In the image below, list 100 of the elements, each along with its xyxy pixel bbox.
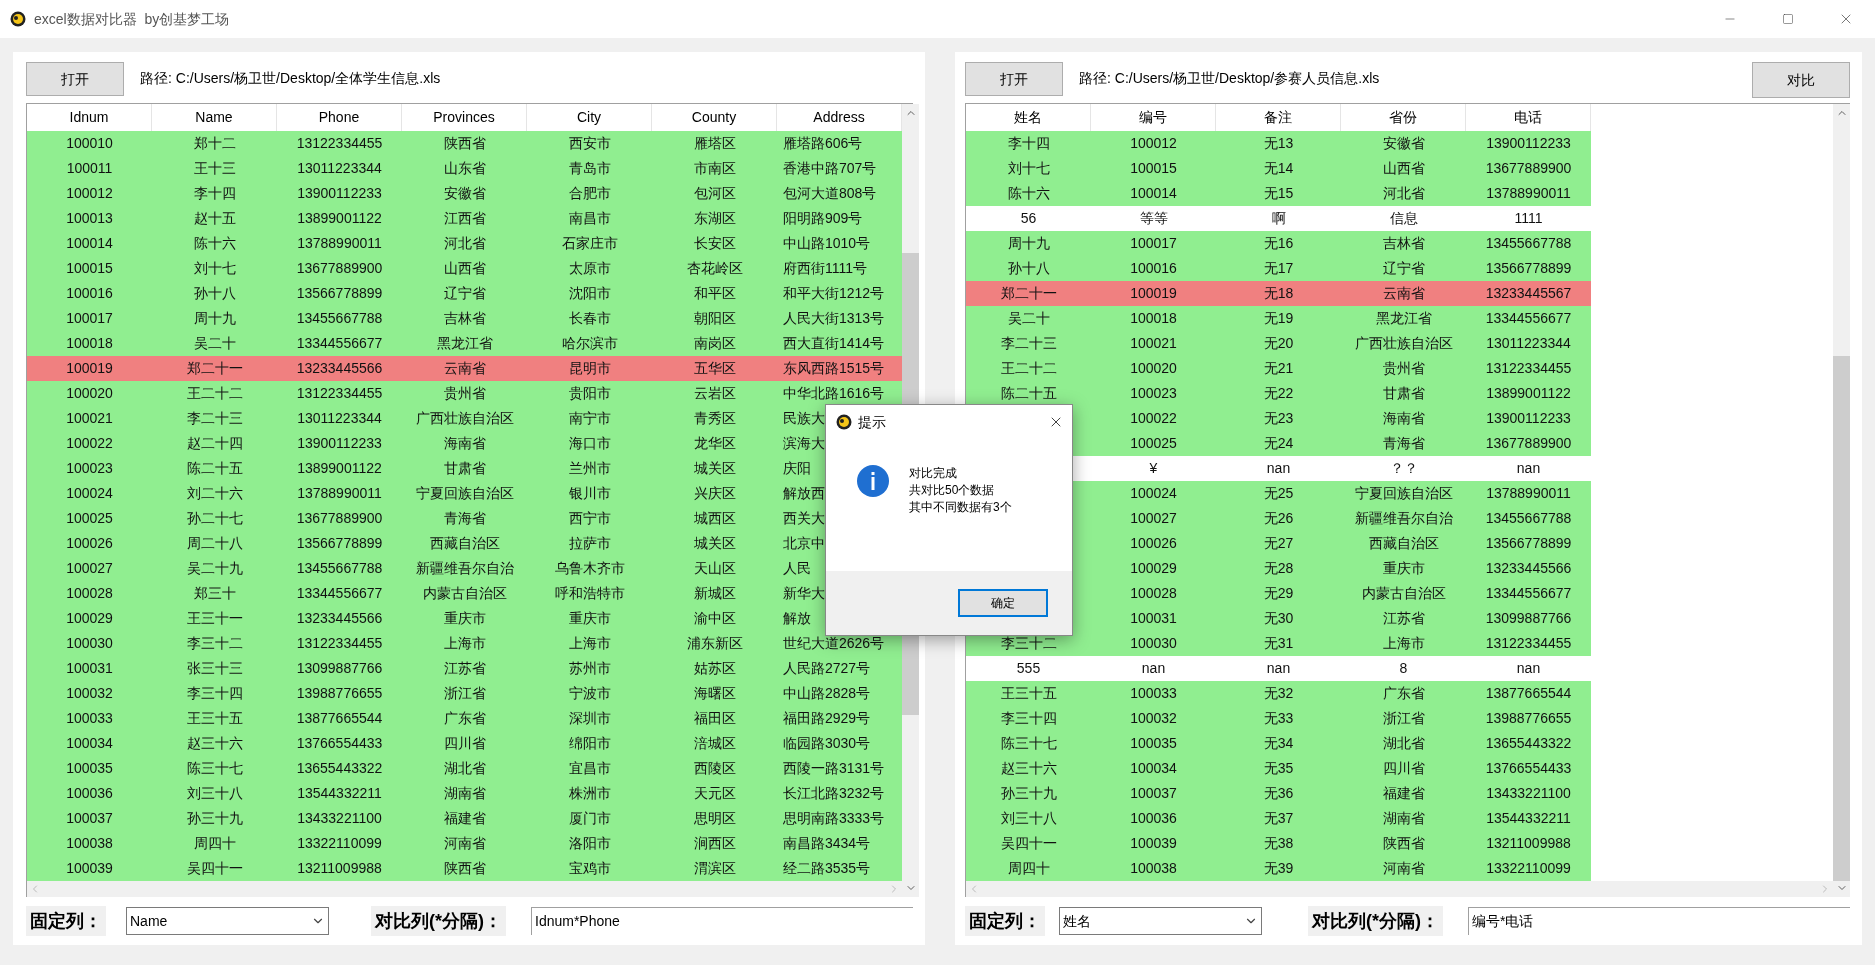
table-cell-text: 100015 bbox=[66, 259, 113, 278]
table-cell-text: 无30 bbox=[1263, 609, 1294, 628]
table-cell-text: 13011223344 bbox=[1486, 334, 1571, 353]
table-cell-text: 无24 bbox=[1263, 434, 1294, 453]
table-cell-text: 吉林省 bbox=[443, 309, 486, 328]
table-cell-text: 13544332211 bbox=[297, 784, 382, 803]
table-cell-text: 100030 bbox=[66, 634, 113, 653]
table-cell-text: 宁波市 bbox=[568, 684, 611, 703]
table-cell-text: 银川市 bbox=[568, 484, 611, 503]
table-cell-text: 无34 bbox=[1263, 734, 1294, 753]
table-cell-text: 长春市 bbox=[568, 309, 611, 328]
table-cell-text: 陕西省 bbox=[1382, 834, 1425, 853]
table-cell-text: 100024 bbox=[66, 484, 113, 503]
table-cell-text: 人民 bbox=[783, 559, 811, 578]
table-cell-text: 13233445567 bbox=[1485, 284, 1572, 303]
table-cell-text: 13988776655 bbox=[1485, 709, 1572, 728]
table-cell-text: 100027 bbox=[66, 559, 113, 578]
table-cell-text: 吴二十 bbox=[1007, 309, 1050, 328]
table-cell-text: 13233445566 bbox=[296, 359, 383, 378]
table-cell-text: 无33 bbox=[1263, 709, 1294, 728]
table-cell-text: 13788990011 bbox=[1486, 184, 1571, 203]
table-cell-text: 100016 bbox=[1130, 259, 1177, 278]
table-cell-text: nan bbox=[1266, 459, 1291, 478]
table-cell-text: 四川省 bbox=[443, 734, 486, 753]
table-cell-text: 王三十五 bbox=[186, 709, 243, 728]
table-cell-text: 陈十六 bbox=[1007, 184, 1050, 203]
table-cell-text: 四川省 bbox=[1382, 759, 1425, 778]
table-cell-text: 陈三十七 bbox=[186, 759, 243, 778]
table-cell-text: 无26 bbox=[1263, 509, 1294, 528]
table-cell-text: 无38 bbox=[1263, 834, 1294, 853]
table-cell-text: 北京中 bbox=[783, 534, 825, 553]
table-cell-text: 福田区 bbox=[693, 709, 736, 728]
table-cell-text: 无32 bbox=[1263, 684, 1294, 703]
table-cell-text: 13455667788 bbox=[1485, 234, 1572, 253]
table-cell-text: 内蒙古自治区 bbox=[422, 584, 507, 603]
table-cell-text: 广西壮族自治区 bbox=[415, 409, 514, 428]
table-cell-text: 周十九 bbox=[1007, 234, 1050, 253]
table-cell-text: 无37 bbox=[1263, 809, 1294, 828]
table-cell-text: 贵州省 bbox=[1382, 359, 1425, 378]
table-cell-text: 陈二十五 bbox=[1000, 384, 1057, 403]
table-cell-text: 100014 bbox=[1130, 184, 1177, 203]
table-cell-text: 13211009988 bbox=[297, 859, 382, 878]
table-cell-text: 雁塔区 bbox=[693, 134, 736, 153]
table-cell-text: 江苏省 bbox=[443, 659, 486, 678]
table-cell-text: 100025 bbox=[1130, 434, 1177, 453]
table-cell-text: 100014 bbox=[66, 234, 113, 253]
table-cell-text: 无22 bbox=[1263, 384, 1294, 403]
table-cell-text: 无17 bbox=[1263, 259, 1294, 278]
table-cell-text: 湖北省 bbox=[443, 759, 486, 778]
table-cell-text: nan bbox=[1516, 459, 1541, 478]
table-cell-text: 重庆市 bbox=[443, 609, 486, 628]
table-cell-text: 李三十四 bbox=[186, 684, 243, 703]
table-cell-text: 李三十二 bbox=[186, 634, 243, 653]
table-cell-text: 100028 bbox=[1130, 584, 1177, 603]
table-cell-text: 经二路3535号 bbox=[783, 859, 871, 878]
table-cell-text: 和平区 bbox=[693, 284, 736, 303]
table-cell-text: 天山区 bbox=[693, 559, 736, 578]
table-cell-text: 100017 bbox=[66, 309, 113, 328]
table-cell-text: 云岩区 bbox=[693, 384, 736, 403]
table-cell-text: 周二十八 bbox=[186, 534, 243, 553]
table-cell-text: 思明南路3333号 bbox=[783, 809, 885, 828]
table-cell-text: 五华区 bbox=[693, 359, 736, 378]
table-cell-text: 无29 bbox=[1263, 584, 1294, 603]
table-cell-text: 100034 bbox=[1130, 759, 1177, 778]
table-cell-text: 无39 bbox=[1263, 859, 1294, 878]
table-cell-text: 中山路2828号 bbox=[783, 684, 871, 703]
table-cell-text: 8 bbox=[1399, 659, 1408, 678]
table-cell-text: 13900112233 bbox=[1486, 134, 1571, 153]
table-cell-text: 无21 bbox=[1263, 359, 1294, 378]
table-cell-text: 13211009988 bbox=[1486, 834, 1571, 853]
table-cell-text: 青海省 bbox=[1382, 434, 1425, 453]
table-cell-text: 包河区 bbox=[693, 184, 736, 203]
table-cell-text: 13344556677 bbox=[296, 584, 383, 603]
table-cell-text: 孙十八 bbox=[193, 284, 236, 303]
table-cell-text: 100029 bbox=[1130, 559, 1177, 578]
table-cell-text: 555 bbox=[1016, 659, 1041, 678]
table-cell-text: 啊 bbox=[1271, 209, 1286, 228]
table-cell-text: 100011 bbox=[66, 159, 113, 178]
table-cell-text: 福建省 bbox=[443, 809, 486, 828]
table-cell-text: 思明区 bbox=[693, 809, 736, 828]
table-cell-text: 100019 bbox=[66, 359, 113, 378]
table-cell-text: 庆阳 bbox=[783, 459, 811, 478]
dialog-message: 对比完成 bbox=[909, 465, 958, 482]
table-cell-text: 100012 bbox=[1130, 134, 1177, 153]
table-cell-text: 100031 bbox=[66, 659, 113, 678]
table-cell-text: 13455667788 bbox=[296, 309, 383, 328]
table-cell-text: 包河大道808号 bbox=[783, 184, 877, 203]
table-cell-text: 刘三十八 bbox=[1000, 809, 1057, 828]
table-cell-text: 赵三十六 bbox=[1000, 759, 1057, 778]
table-cell-text: 13455667788 bbox=[296, 559, 383, 578]
table-cell-text: 13433221100 bbox=[1486, 784, 1571, 803]
table-cell-text: 100032 bbox=[66, 684, 113, 703]
table-cell-text: 13766554433 bbox=[1485, 759, 1572, 778]
table-cell-text: 13233445566 bbox=[296, 609, 383, 628]
table-cell-text: 中山路1010号 bbox=[783, 234, 871, 253]
table-cell-text: 海南省 bbox=[443, 434, 486, 453]
table-cell-text: 拉萨市 bbox=[568, 534, 611, 553]
table-cell-text: 100022 bbox=[1130, 409, 1177, 428]
table-cell-text: 涪城区 bbox=[693, 734, 736, 753]
table-cell-text: 深圳市 bbox=[568, 709, 611, 728]
